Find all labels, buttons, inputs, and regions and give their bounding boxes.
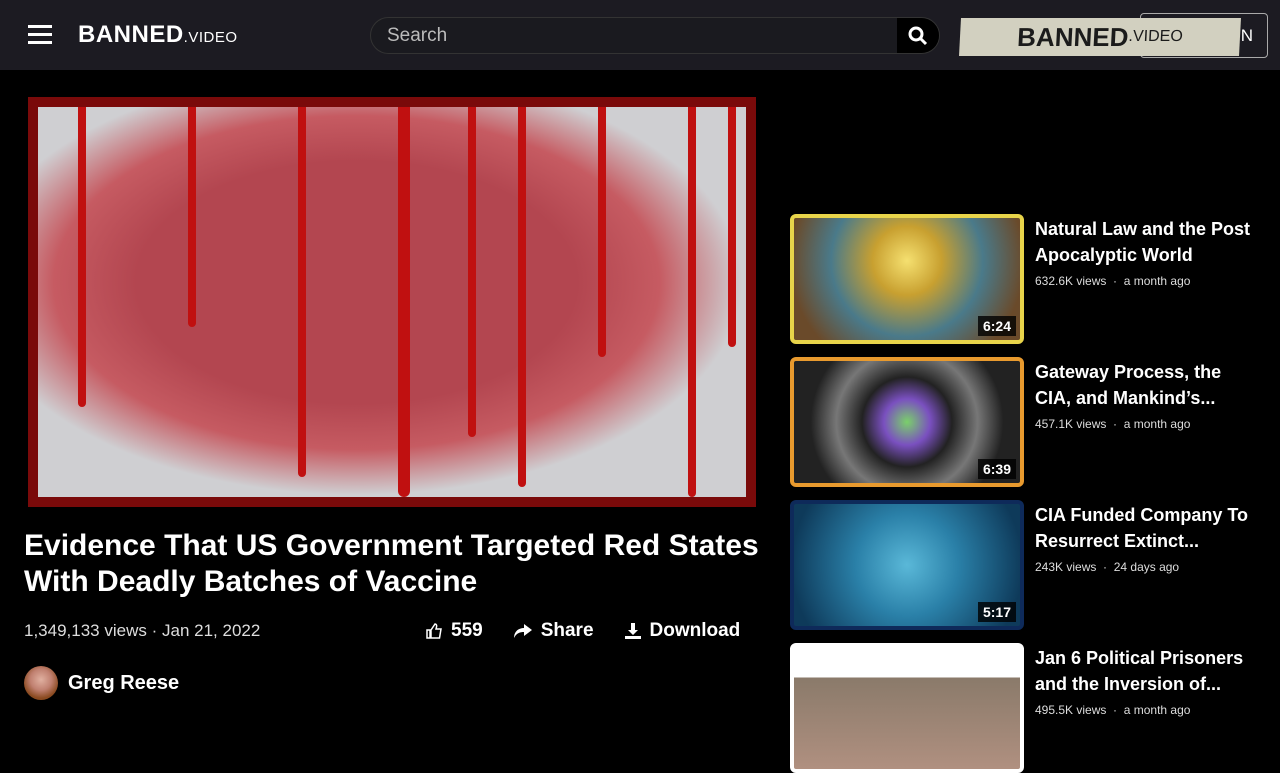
related-video-card[interactable]: 6:24 Natural Law and the Post Apocalypti… xyxy=(790,214,1260,344)
download-icon xyxy=(624,623,641,639)
banner-text: BANNED xyxy=(1016,21,1130,52)
logo-suffix: .VIDEO xyxy=(183,29,238,46)
duration-badge: 6:24 xyxy=(977,316,1016,336)
site-logo[interactable]: BANNED.VIDEO xyxy=(78,21,238,49)
related-views: 457.1K views xyxy=(1035,417,1107,431)
like-button[interactable]: 559 xyxy=(425,620,483,642)
related-title: Jan 6 Political Prisoners and the Invers… xyxy=(1035,648,1244,694)
video-thumbnail xyxy=(38,107,746,497)
logo-text: BANNED xyxy=(78,21,184,48)
related-meta: 632.6K views · a month ago xyxy=(1035,274,1191,288)
related-views: 243K views xyxy=(1035,560,1097,574)
related-age: a month ago xyxy=(1123,703,1191,717)
view-count: 1,349,133 views xyxy=(24,621,147,640)
video-thumbnail: 5:17 xyxy=(790,500,1024,630)
banner-logo: BANNED .VIDEO xyxy=(959,18,1241,56)
related-title: Natural Law and the Post Apocalyptic Wor… xyxy=(1035,219,1251,265)
download-button[interactable]: Download xyxy=(624,620,741,642)
share-icon xyxy=(513,624,532,638)
related-video-card[interactable]: Jan 6 Political Prisoners and the Invers… xyxy=(790,643,1260,773)
related-meta: 457.1K views · a month ago xyxy=(1035,417,1191,431)
thumbs-up-icon xyxy=(426,623,442,639)
duration-badge: 6:39 xyxy=(977,459,1016,479)
like-count: 559 xyxy=(451,620,483,641)
video-title: Evidence That US Government Targeted Red… xyxy=(24,529,759,598)
related-age: 24 days ago xyxy=(1113,560,1180,574)
menu-icon[interactable] xyxy=(28,25,52,45)
video-thumbnail: 6:24 xyxy=(790,214,1024,344)
related-views: 632.6K views xyxy=(1035,274,1107,288)
related-title: CIA Funded Company To Resurrect Extinct.… xyxy=(1035,505,1248,551)
related-video-card[interactable]: 5:17 CIA Funded Company To Resurrect Ext… xyxy=(790,500,1260,630)
related-title: Gateway Process, the CIA, and Mankind’s.… xyxy=(1035,362,1222,408)
related-video-card[interactable]: 6:39 Gateway Process, the CIA, and Manki… xyxy=(790,357,1260,487)
video-player[interactable] xyxy=(28,97,756,507)
related-age: a month ago xyxy=(1123,274,1191,288)
meta-separator: · xyxy=(151,621,158,640)
banner-suffix: .VIDEO xyxy=(1128,28,1184,45)
share-label: Share xyxy=(540,620,594,641)
related-age: a month ago xyxy=(1123,417,1191,431)
video-thumbnail xyxy=(790,643,1024,773)
related-meta: 495.5K views · a month ago xyxy=(1035,703,1191,717)
channel-link[interactable]: Greg Reese xyxy=(24,666,179,700)
top-bar: BANNED.VIDEO IN BANNED.VIDEO xyxy=(0,0,1280,70)
video-meta: 1,349,133 views · Jan 21, 2022 xyxy=(24,621,260,641)
download-label: Download xyxy=(649,620,741,641)
video-thumbnail: 6:39 xyxy=(790,357,1024,487)
share-button[interactable]: Share xyxy=(513,620,594,642)
duration-badge: 5:17 xyxy=(977,602,1016,622)
search-icon xyxy=(908,26,928,45)
related-views: 495.5K views xyxy=(1035,703,1107,717)
upload-date: Jan 21, 2022 xyxy=(162,621,261,640)
video-actions: 559 Share Download xyxy=(425,620,740,642)
avatar xyxy=(24,666,58,700)
search-input[interactable] xyxy=(371,18,891,53)
search-button[interactable] xyxy=(897,18,939,53)
related-meta: 243K views · 24 days ago xyxy=(1035,560,1180,574)
search-bar xyxy=(370,17,940,54)
author-name: Greg Reese xyxy=(68,671,180,694)
